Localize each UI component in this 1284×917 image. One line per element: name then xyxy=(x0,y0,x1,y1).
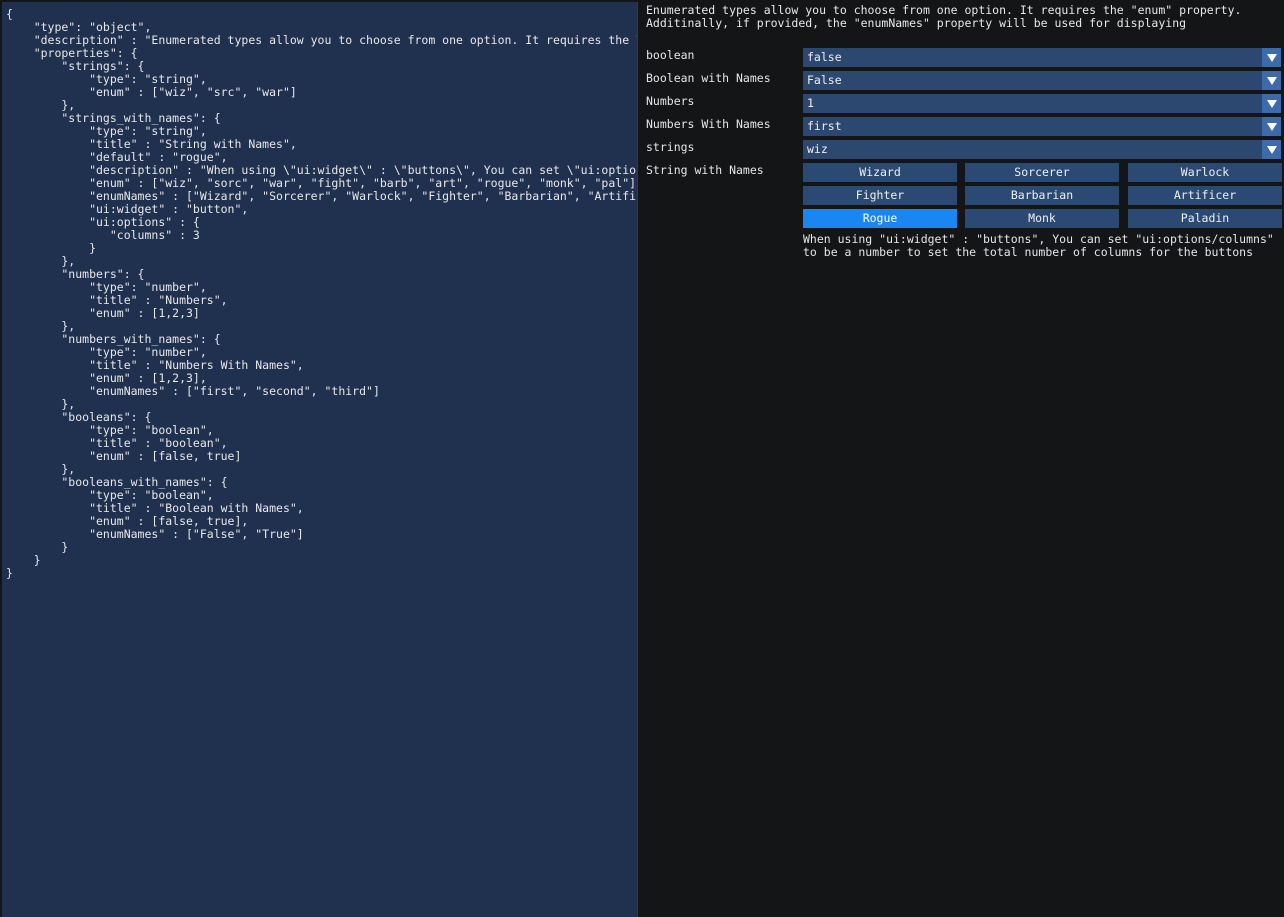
option-button-monk[interactable]: Monk xyxy=(965,209,1119,228)
option-button-artificer[interactable]: Artificer xyxy=(1128,186,1282,205)
combo-numbers-with-names-value: first xyxy=(807,119,842,133)
combo-boolean-value: false xyxy=(807,50,842,64)
option-button-warlock[interactable]: Warlock xyxy=(1128,163,1282,182)
form-panel: Enumerated types allow you to choose fro… xyxy=(646,0,1282,917)
label-numbers: Numbers xyxy=(646,94,695,108)
combo-numbers-with-names[interactable]: first xyxy=(803,117,1281,136)
label-string-with-names: String with Names xyxy=(646,163,764,177)
form-description: Enumerated types allow you to choose fro… xyxy=(646,3,1242,30)
label-boolean: boolean xyxy=(646,48,695,62)
chevron-down-icon[interactable] xyxy=(1262,140,1281,159)
option-button-grid: Wizard Sorcerer Warlock Fighter Barbaria… xyxy=(803,163,1283,229)
option-button-paladin[interactable]: Paladin xyxy=(1128,209,1282,228)
chevron-down-icon[interactable] xyxy=(1262,71,1281,90)
combo-numbers-value: 1 xyxy=(807,96,814,110)
buttons-help-text: When using "ui:widget" : "buttons", You … xyxy=(803,232,1274,259)
option-button-fighter[interactable]: Fighter xyxy=(803,186,957,205)
chevron-down-icon[interactable] xyxy=(1262,94,1281,113)
option-button-rogue[interactable]: Rogue xyxy=(803,209,957,228)
option-button-wizard[interactable]: Wizard xyxy=(803,163,957,182)
label-strings: strings xyxy=(646,140,695,154)
chevron-down-icon[interactable] xyxy=(1262,48,1281,67)
combo-boolean-with-names-value: False xyxy=(807,73,842,87)
option-button-barbarian[interactable]: Barbarian xyxy=(965,186,1119,205)
label-numbers-with-names: Numbers With Names xyxy=(646,117,771,131)
json-editor[interactable]: { "type": "object", "description" : "Enu… xyxy=(2,2,638,917)
combo-strings[interactable]: wiz xyxy=(803,140,1281,159)
chevron-down-icon[interactable] xyxy=(1262,117,1281,136)
combo-strings-value: wiz xyxy=(807,142,828,156)
combo-numbers[interactable]: 1 xyxy=(803,94,1281,113)
combo-boolean[interactable]: false xyxy=(803,48,1281,67)
combo-boolean-with-names[interactable]: False xyxy=(803,71,1281,90)
label-boolean-with-names: Boolean with Names xyxy=(646,71,771,85)
json-editor-text[interactable]: { "type": "object", "description" : "Enu… xyxy=(6,8,637,580)
option-button-sorcerer[interactable]: Sorcerer xyxy=(965,163,1119,182)
